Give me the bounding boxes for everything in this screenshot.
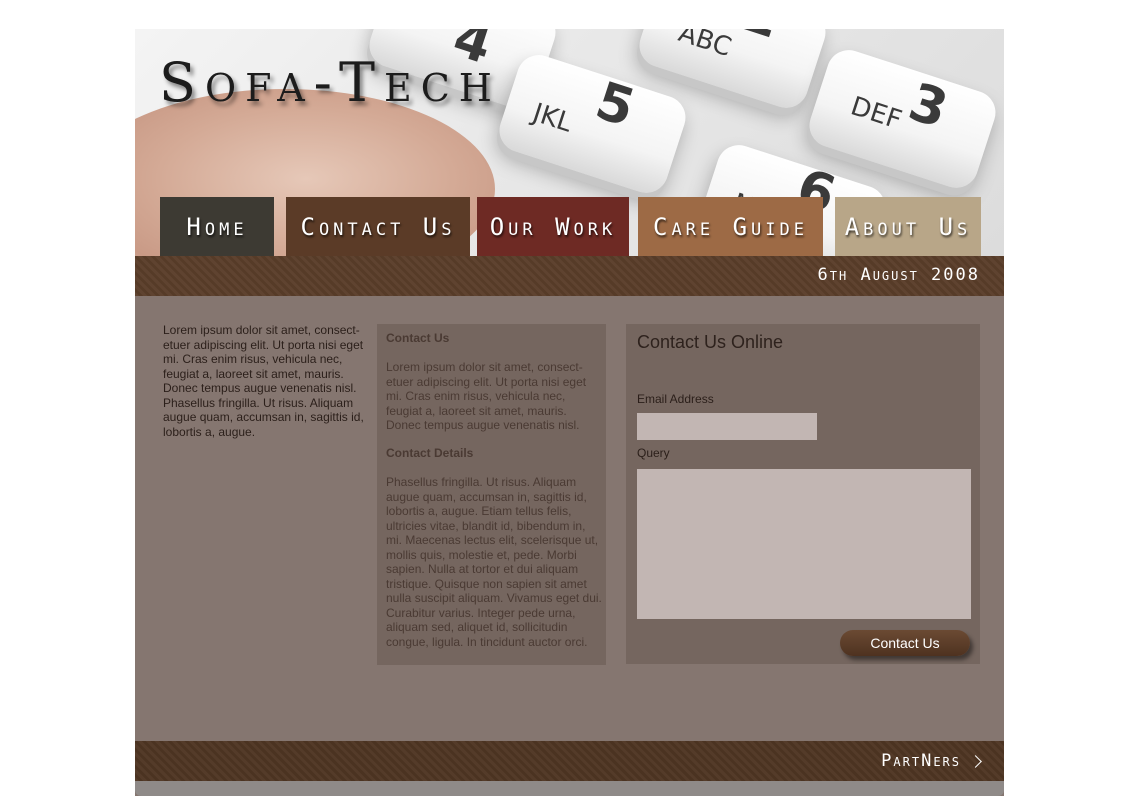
- key-letters: ABC: [674, 29, 735, 64]
- key-number: 3: [901, 72, 955, 141]
- site-logo[interactable]: Sofa-Tech: [159, 51, 501, 114]
- chevron-right-icon: [969, 754, 982, 768]
- header-banner: 4 2 ABC 3 DEF 5 JKL 6 MNO Sofa-Tech Home…: [135, 29, 1004, 256]
- email-label: Email Address: [637, 392, 714, 406]
- page-container: 4 2 ABC 3 DEF 5 JKL 6 MNO Sofa-Tech Home…: [135, 29, 1004, 796]
- key-number: 5: [588, 70, 642, 140]
- footer-bar: PartNers: [135, 741, 1004, 781]
- contact-form-panel: Contact Us Online Email Address Query Co…: [626, 324, 980, 664]
- key-letters: DEF: [847, 91, 906, 136]
- contact-details-paragraph: Phasellus fringilla. Ut risus. Aliquam a…: [386, 475, 602, 649]
- nav-home[interactable]: Home: [160, 197, 274, 256]
- contact-us-button[interactable]: Contact Us: [840, 630, 970, 656]
- query-label: Query: [637, 446, 670, 460]
- nav-our-work[interactable]: Our Work: [477, 197, 629, 256]
- key-letters: JKL: [529, 98, 576, 139]
- contact-us-heading: Contact Us: [386, 331, 450, 345]
- intro-text: Lorem ipsum dolor sit amet, consect-etue…: [163, 323, 364, 439]
- nav-contact-us[interactable]: Contact Us: [286, 197, 470, 256]
- bottom-edge: [135, 781, 1004, 796]
- nav-care-guide[interactable]: Care Guide: [638, 197, 823, 256]
- partners-label: PartNers: [881, 751, 961, 771]
- date-bar: 6th August 2008: [135, 256, 1004, 296]
- nav-about-us[interactable]: About Us: [835, 197, 981, 256]
- keypad-key-5: 5 JKL: [493, 49, 692, 199]
- contact-details-heading: Contact Details: [386, 446, 474, 460]
- query-field[interactable]: [637, 469, 971, 619]
- contact-us-paragraph: Lorem ipsum dolor sit amet, consect-etue…: [386, 360, 587, 432]
- key-number: 2: [735, 29, 788, 51]
- partners-link[interactable]: PartNers: [881, 751, 982, 771]
- date-label: 6th August 2008: [817, 265, 980, 285]
- email-field[interactable]: [637, 413, 817, 440]
- contact-info-panel: Contact Us Lorem ipsum dolor sit amet, c…: [377, 324, 606, 665]
- form-title: Contact Us Online: [637, 332, 784, 352]
